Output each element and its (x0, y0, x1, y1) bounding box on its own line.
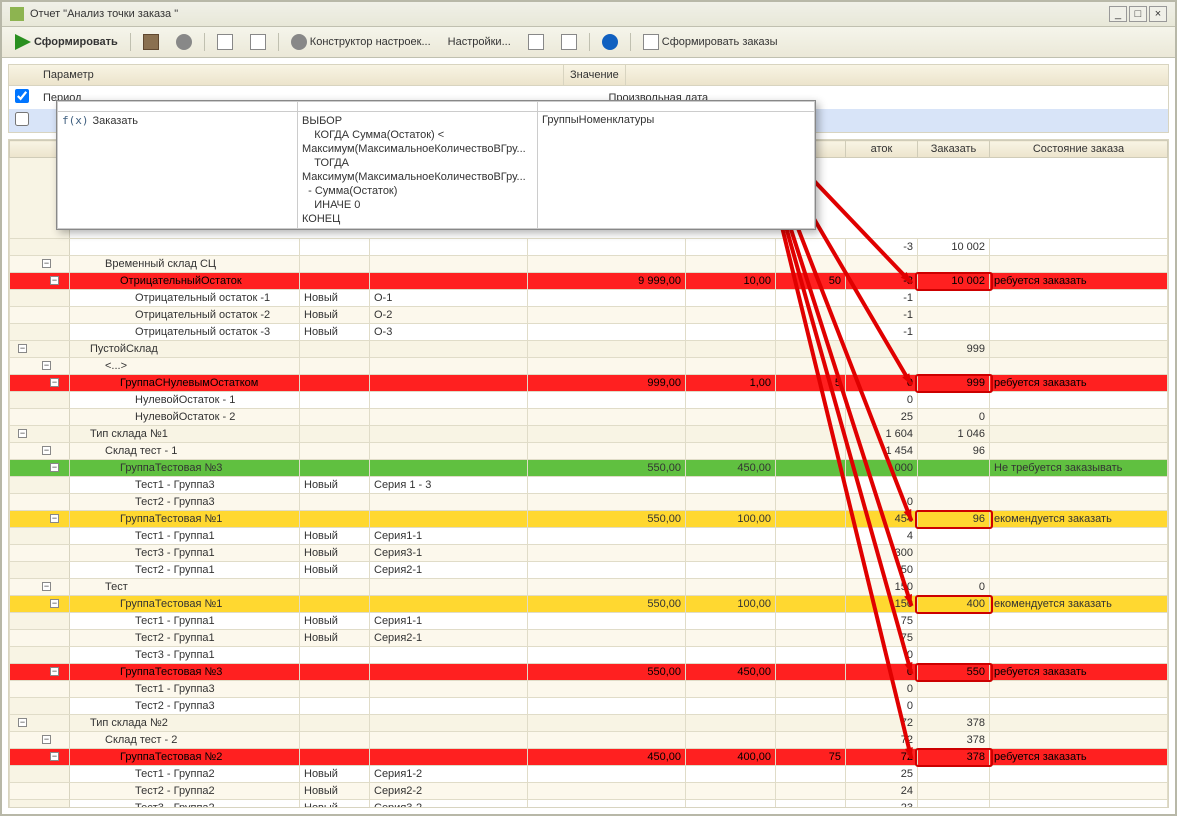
grid-row[interactable]: НулевойОстаток - 10 (10, 392, 1168, 409)
tree-toggle[interactable]: − (50, 463, 59, 472)
toolbar: Сформировать Конструктор настроек... Нас… (2, 27, 1175, 58)
maximize-button[interactable]: □ (1129, 6, 1147, 22)
formula-popup[interactable]: f(x)Заказать ВЫБОР КОГДА Сумма(Остаток) … (56, 100, 816, 230)
grid-row[interactable]: −<...> (10, 358, 1168, 375)
settings-button[interactable]: Настройки... (441, 32, 518, 52)
grid-row[interactable]: −ГруппаТестовая №1550,00100,00150400еком… (10, 596, 1168, 613)
tree-toggle[interactable]: − (18, 718, 27, 727)
form-button[interactable]: Сформировать (8, 30, 125, 54)
grid-row[interactable]: −Тест1500 (10, 579, 1168, 596)
tree-toggle[interactable]: − (42, 259, 51, 268)
tree-toggle[interactable]: − (42, 582, 51, 591)
grid-row[interactable]: Тест2 - Группа1НовыйСерия2-150 (10, 562, 1168, 579)
grid-row[interactable]: −ГруппаСНулевымОстатком999,001,0050999ре… (10, 375, 1168, 392)
popup-field-label: f(x)Заказать (58, 112, 298, 229)
popup-formula: ВЫБОР КОГДА Сумма(Остаток) <Максимум(Мак… (298, 112, 538, 229)
col-state[interactable]: Состояние заказа (990, 141, 1168, 158)
params-header-value: Значение (564, 65, 626, 85)
grid-row[interactable]: Тест2 - Группа2НовыйСерия2-224 (10, 783, 1168, 800)
minimize-button[interactable]: _ (1109, 6, 1127, 22)
tree-toggle[interactable]: − (18, 429, 27, 438)
popup-group: ГруппыНоменклатуры (538, 112, 815, 229)
grid-row[interactable]: Тест1 - Группа3НовыйСерия 1 - 3 (10, 477, 1168, 494)
tree-toggle[interactable]: − (50, 752, 59, 761)
grid-row[interactable]: Тест1 - Группа2НовыйСерия1-225 (10, 766, 1168, 783)
grid-row[interactable]: Отрицательный остаток -2НовыйО-2-1 (10, 307, 1168, 324)
tree-toggle[interactable]: − (18, 344, 27, 353)
grid-row[interactable]: Тест3 - Группа10 (10, 647, 1168, 664)
gear-icon (176, 34, 192, 50)
window-title: Отчет "Анализ точки заказа " (30, 8, 178, 20)
grid-row[interactable]: −ГруппаТестовая №3550,00450,000550ребует… (10, 664, 1168, 681)
toolbar-btn-3[interactable] (210, 30, 240, 54)
form-orders-button[interactable]: Сформировать заказы (636, 30, 785, 54)
grid-row[interactable]: Тест1 - Группа30 (10, 681, 1168, 698)
app-window: Отчет "Анализ точки заказа " _ □ × Сформ… (0, 0, 1177, 816)
grid-row[interactable]: −ГруппаТестовая №2450,00400,007572378реб… (10, 749, 1168, 766)
grid-row[interactable]: НулевойОстаток - 2250 (10, 409, 1168, 426)
col-ostatok[interactable]: аток (846, 141, 918, 158)
grid-row[interactable]: -310 002 (10, 239, 1168, 256)
grid-row[interactable]: −ПустойСклад999 (10, 341, 1168, 358)
grid-icon (143, 34, 159, 50)
report-area[interactable]: аток Заказать Состояние заказа -310 002−… (8, 139, 1169, 808)
grid-row[interactable]: Тест2 - Группа1НовыйСерия2-175 (10, 630, 1168, 647)
grid-row[interactable]: −ГруппаТестовая №3550,00450,00000Не треб… (10, 460, 1168, 477)
doc-icon (528, 34, 544, 50)
doc-icon (250, 34, 266, 50)
grid-row[interactable]: Тест2 - Группа30 (10, 698, 1168, 715)
help-button[interactable] (595, 30, 625, 54)
grid-row[interactable]: −Склад тест - 11 45496 (10, 443, 1168, 460)
constructor-button[interactable]: Конструктор настроек... (284, 30, 438, 54)
grid-row[interactable]: Тест3 - Группа2НовыйСерия3-223 (10, 800, 1168, 809)
report-grid: аток Заказать Состояние заказа -310 002−… (9, 140, 1168, 808)
doc-icon (643, 34, 659, 50)
col-zakazat[interactable]: Заказать (918, 141, 990, 158)
tree-toggle[interactable]: − (50, 514, 59, 523)
doc-icon (561, 34, 577, 50)
grid-row[interactable]: Тест1 - Группа1НовыйСерия1-175 (10, 613, 1168, 630)
grid-row[interactable]: −ОтрицательныйОстаток9 999,0010,0050-310… (10, 273, 1168, 290)
tree-toggle[interactable]: − (50, 667, 59, 676)
grid-row[interactable]: −Тип склада №11 6041 046 (10, 426, 1168, 443)
grid-row[interactable]: −Временный склад СЦ (10, 256, 1168, 273)
grid-row[interactable]: Отрицательный остаток -1НовыйО-1-1 (10, 290, 1168, 307)
toolbar-btn-1[interactable] (136, 30, 166, 54)
grid-row[interactable]: Отрицательный остаток -3НовыйО-3-1 (10, 324, 1168, 341)
wrench-icon (291, 34, 307, 50)
app-icon (10, 7, 24, 21)
grid-row[interactable]: −Склад тест - 272378 (10, 732, 1168, 749)
tree-toggle[interactable]: − (50, 276, 59, 285)
run-icon (15, 34, 31, 50)
tree-toggle[interactable]: − (50, 378, 59, 387)
tree-toggle[interactable]: − (50, 599, 59, 608)
toolbar-btn-4[interactable] (243, 30, 273, 54)
titlebar: Отчет "Анализ точки заказа " _ □ × (2, 2, 1175, 27)
grid-row[interactable]: Тест2 - Группа30 (10, 494, 1168, 511)
grid-row[interactable]: −Тип склада №272378 (10, 715, 1168, 732)
param-2-checkbox[interactable] (15, 112, 29, 126)
toolbar-btn-2[interactable] (169, 30, 199, 54)
tree-toggle[interactable]: − (42, 446, 51, 455)
grid-row[interactable]: Тест1 - Группа1НовыйСерия1-14 (10, 528, 1168, 545)
toolbar-btn-6[interactable] (554, 30, 584, 54)
params-header-param: Параметр (9, 65, 564, 85)
param-period-checkbox[interactable] (15, 89, 29, 103)
grid-row[interactable]: −ГруппаТестовая №1550,00100,0045496екоме… (10, 511, 1168, 528)
close-button[interactable]: × (1149, 6, 1167, 22)
doc-icon (217, 34, 233, 50)
grid-row[interactable]: Тест3 - Группа1НовыйСерия3-1300 (10, 545, 1168, 562)
help-icon (602, 34, 618, 50)
tree-toggle[interactable]: − (42, 361, 51, 370)
toolbar-btn-5[interactable] (521, 30, 551, 54)
tree-toggle[interactable]: − (42, 735, 51, 744)
